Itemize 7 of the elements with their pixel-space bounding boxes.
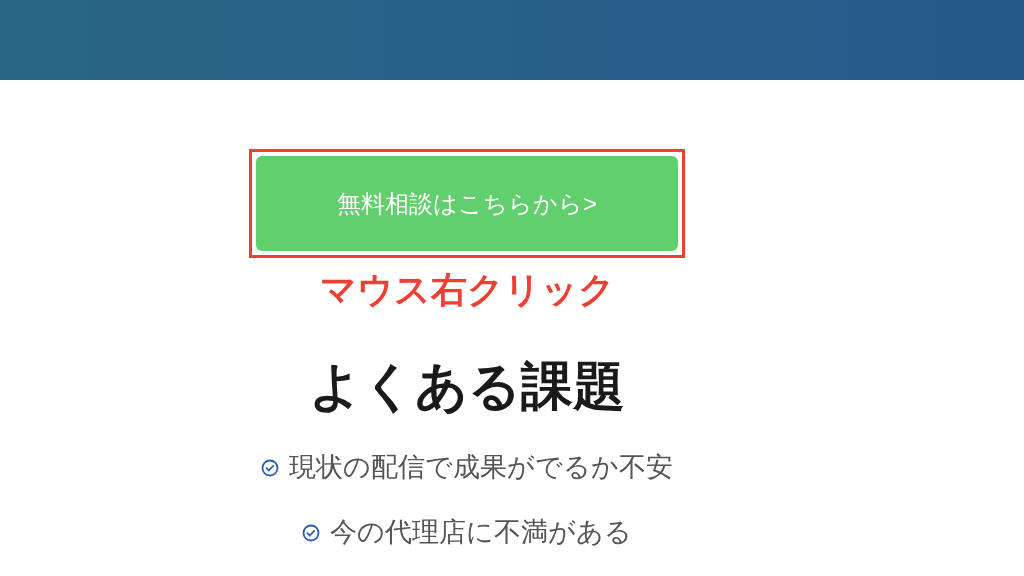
section-heading: よくある課題 [309,360,625,412]
issue-text: 今の代理店に不満がある [330,519,632,546]
check-circle-icon [302,523,320,542]
annotation-label: マウス右クリック [319,272,615,308]
consultation-button[interactable]: 無料相談はこちらから> [256,156,678,251]
check-circle-icon [261,458,279,477]
issue-text: 現状の配信で成果がでるか不安 [289,454,673,481]
